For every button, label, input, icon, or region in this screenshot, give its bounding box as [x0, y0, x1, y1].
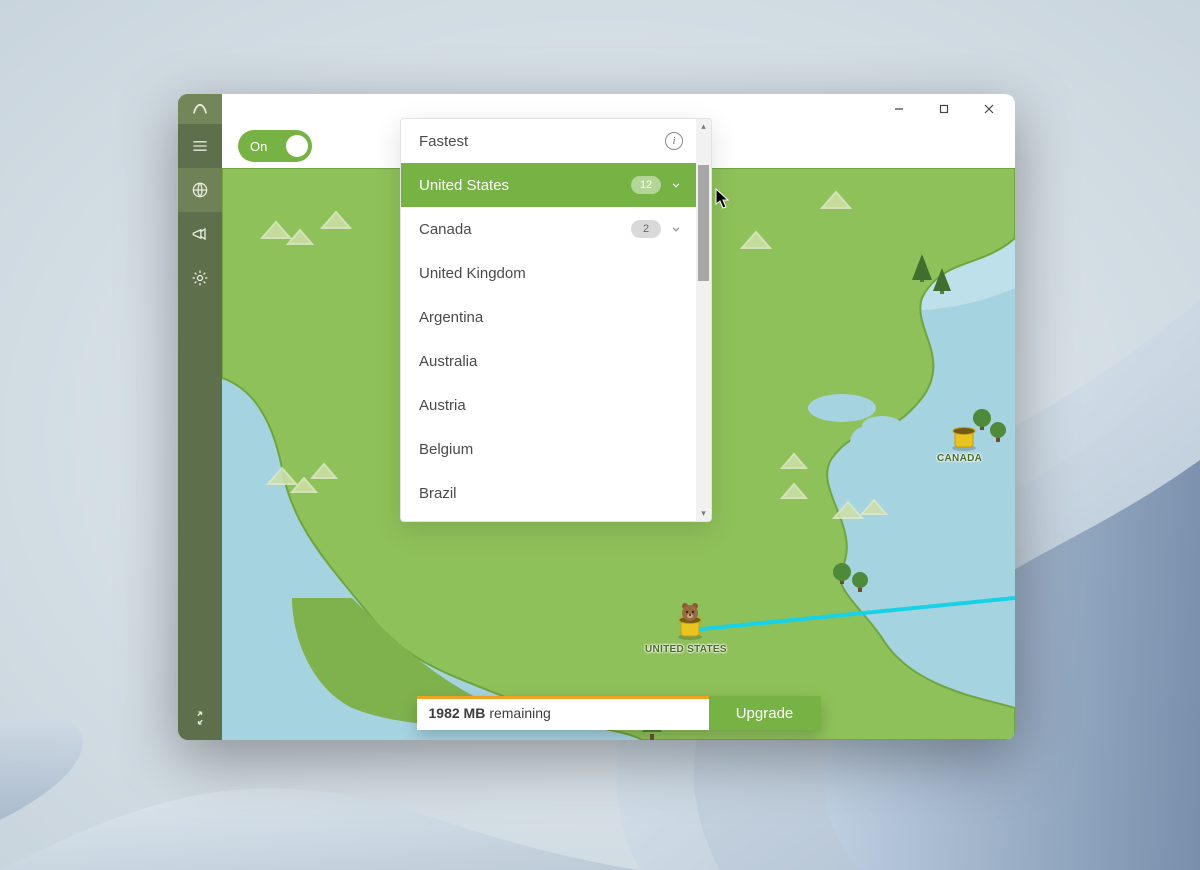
maximize-icon	[939, 104, 949, 114]
bear-icon	[679, 600, 701, 622]
server-count: 12	[631, 176, 661, 194]
data-remaining-label: remaining	[489, 705, 550, 721]
data-amount: 1982 MB	[429, 705, 486, 721]
country-item-brazil[interactable]: Brazil	[401, 471, 711, 515]
sidebar-item-menu[interactable]	[178, 124, 222, 168]
tunnel-icon	[950, 427, 978, 451]
data-remaining-bar	[417, 696, 709, 699]
scroll-thumb[interactable]	[698, 165, 709, 281]
sidebar	[178, 94, 222, 740]
sidebar-item-globe[interactable]	[178, 168, 222, 212]
menu-icon	[190, 136, 210, 156]
dropdown-scrollbar[interactable]: ▴ ▾	[696, 119, 711, 521]
country-item-argentina[interactable]: Argentina	[401, 295, 711, 339]
status-bar: 1982 MB remaining Upgrade	[417, 696, 821, 730]
window-maximize-button[interactable]	[921, 94, 966, 124]
app-window: On	[178, 94, 1015, 740]
info-icon[interactable]: i	[665, 132, 683, 150]
server-count: 2	[631, 220, 661, 238]
upgrade-label: Upgrade	[736, 705, 794, 722]
sidebar-nav	[178, 124, 222, 300]
toggle-knob	[286, 135, 308, 157]
window-close-button[interactable]	[966, 94, 1011, 124]
chevron-down-icon	[669, 178, 683, 192]
window-minimize-button[interactable]	[876, 94, 921, 124]
collapse-icon	[191, 709, 209, 727]
sidebar-collapse-button[interactable]	[178, 696, 222, 740]
country-dropdown[interactable]: Fastest i United States 12 Canada 2	[400, 118, 712, 522]
country-list: Fastest i United States 12 Canada 2	[401, 119, 711, 521]
app-logo	[178, 94, 222, 124]
scroll-up-button[interactable]: ▴	[696, 119, 711, 134]
country-item-australia[interactable]: Australia	[401, 339, 711, 383]
toggle-label: On	[250, 139, 267, 154]
country-item-fastest[interactable]: Fastest i	[401, 119, 711, 163]
close-icon	[984, 104, 994, 114]
main: On	[222, 94, 1015, 740]
data-remaining: 1982 MB remaining	[417, 696, 709, 730]
pin-canada[interactable]	[950, 427, 978, 451]
country-item-united-states[interactable]: United States 12	[401, 163, 711, 207]
upgrade-button[interactable]: Upgrade	[709, 696, 821, 730]
sidebar-item-settings[interactable]	[178, 256, 222, 300]
connection-toggle[interactable]: On	[238, 130, 312, 162]
chevron-down-icon	[669, 222, 683, 236]
country-item-belgium[interactable]: Belgium	[401, 427, 711, 471]
sidebar-item-announce[interactable]	[178, 212, 222, 256]
scroll-down-button[interactable]: ▾	[696, 506, 711, 521]
country-item-austria[interactable]: Austria	[401, 383, 711, 427]
minimize-icon	[894, 104, 904, 114]
megaphone-icon	[190, 224, 210, 244]
gear-icon	[190, 268, 210, 288]
globe-icon	[190, 180, 210, 200]
desktop: On	[0, 0, 1200, 870]
country-item-united-kingdom[interactable]: United Kingdom	[401, 251, 711, 295]
map-label-canada: CANADA	[937, 453, 982, 464]
country-item-canada[interactable]: Canada 2	[401, 207, 711, 251]
map-label-united-states: UNITED STATES	[645, 644, 727, 655]
